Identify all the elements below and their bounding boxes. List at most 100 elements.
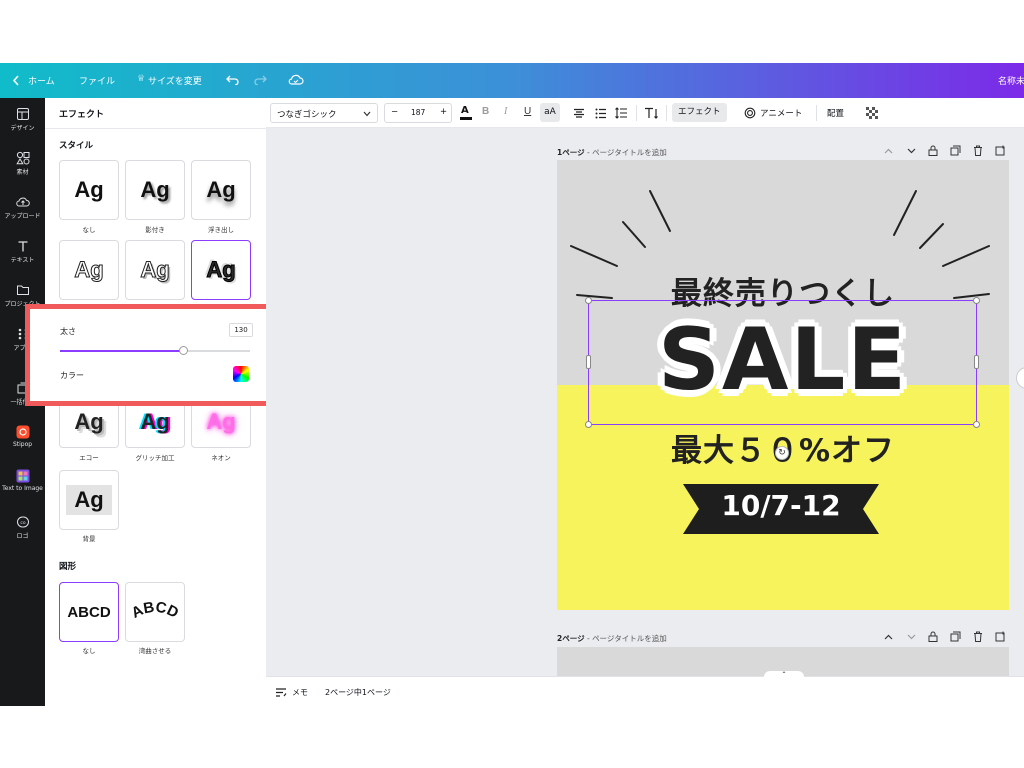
shape-curve-tile[interactable]: ABCD <box>125 582 185 642</box>
text-color-button[interactable]: A <box>460 104 472 122</box>
font-size-input[interactable]: 187 <box>411 108 425 117</box>
position-button[interactable]: 配置 <box>827 107 844 119</box>
page-2-title-input[interactable]: ページタイトルを追加 <box>592 634 667 643</box>
notes-button[interactable]: メモ <box>292 687 308 698</box>
style-lift-sample: Ag <box>206 177 236 202</box>
toolbar-divider <box>666 105 667 121</box>
crown-icon: ♕ <box>137 74 146 84</box>
slider-handle[interactable] <box>179 346 188 355</box>
text-toolbar: つなぎゴシック − 187 + A B I U aA エフェクト アニメート 配… <box>266 98 1024 128</box>
resize-handle[interactable] <box>585 297 592 304</box>
editor-app: ホーム ファイル ♕ サイズを変更 名称未 デザイン 素材 アップロード テキス… <box>0 63 1024 706</box>
rail-item-stipop[interactable]: Stipop <box>0 425 45 448</box>
style-splice-sample: Ag <box>140 257 170 283</box>
rail-item-elements[interactable]: 素材 <box>0 151 45 176</box>
lock-icon[interactable] <box>928 145 938 156</box>
chevron-down-icon[interactable] <box>907 634 916 640</box>
italic-button[interactable]: I <box>504 106 507 117</box>
animate-icon[interactable] <box>744 107 756 119</box>
trash-icon[interactable] <box>973 631 983 642</box>
effects-button[interactable]: エフェクト <box>672 103 727 122</box>
vertical-text-icon[interactable] <box>644 107 658 119</box>
shape-none-tile[interactable]: ABCD <box>59 582 119 642</box>
style-none-sample: Ag <box>74 177 104 202</box>
chevron-up-icon[interactable] <box>884 634 893 640</box>
style-shadow-tile[interactable]: Ag <box>125 160 185 220</box>
redo-icon[interactable] <box>254 74 267 85</box>
duplicate-icon[interactable] <box>950 631 961 642</box>
chevron-up-icon[interactable] <box>884 148 893 154</box>
page-status: 2ページ中1ページ <box>325 688 391 697</box>
font-size-increase[interactable]: + <box>440 107 447 117</box>
list-icon[interactable] <box>595 108 607 119</box>
style-splice-tile[interactable]: Ag <box>125 240 185 300</box>
stipop-icon <box>16 425 29 439</box>
curved-text-sample: ABCD <box>129 599 182 622</box>
rail-item-upload[interactable]: アップロード <box>0 195 45 220</box>
notes-icon[interactable] <box>275 688 287 697</box>
resize-menu[interactable]: サイズを変更 <box>148 74 202 87</box>
trash-icon[interactable] <box>973 145 983 156</box>
document-title[interactable]: 名称未 <box>998 74 1024 87</box>
font-size-control: − 187 + <box>384 103 452 123</box>
top-bar: ホーム ファイル ♕ サイズを変更 名称未 <box>0 63 1024 98</box>
style-section-title: スタイル <box>59 141 94 151</box>
style-shadow-label: 影付き <box>145 226 165 234</box>
transparency-icon[interactable] <box>866 107 878 119</box>
duplicate-icon[interactable] <box>950 145 961 156</box>
color-picker-swatch[interactable] <box>233 366 249 382</box>
selection-box[interactable] <box>585 297 980 428</box>
assistant-button[interactable] <box>1016 367 1024 389</box>
shape-none-sample: ABCD <box>67 603 111 621</box>
style-lift-tile[interactable]: Ag <box>191 160 251 220</box>
rail-item-text-to-image[interactable]: Text to Image <box>0 469 45 492</box>
file-menu[interactable]: ファイル <box>79 74 115 87</box>
undo-icon[interactable] <box>226 74 239 85</box>
upload-icon <box>15 197 30 207</box>
style-glitch-sample: Ag <box>140 409 170 434</box>
rail-item-design[interactable]: デザイン <box>0 107 45 132</box>
add-page-icon[interactable] <box>995 145 1006 156</box>
style-echo-sample: Ag <box>74 409 104 434</box>
page-1-label: 1ページ - ページタイトルを追加 <box>557 148 667 157</box>
style-lift-label: 浮き出し <box>208 226 234 234</box>
style-hollow-tile[interactable]: Ag <box>59 240 119 300</box>
side-handle[interactable] <box>974 355 979 369</box>
text-to-image-icon <box>16 469 29 483</box>
rail-item-text[interactable]: テキスト <box>0 239 45 264</box>
font-size-decrease[interactable]: − <box>391 107 398 117</box>
panel-title: エフェクト <box>59 110 105 120</box>
chevron-left-icon[interactable] <box>12 75 20 86</box>
cloud-saved-icon[interactable] <box>288 73 304 86</box>
bold-button[interactable]: B <box>482 106 489 117</box>
style-none-tile[interactable]: Ag <box>59 160 119 220</box>
font-selector[interactable]: つなぎゴシック <box>270 103 378 123</box>
page-1-title-input[interactable]: ページタイトルを追加 <box>592 148 667 157</box>
thickness-value-box[interactable]: 130 <box>229 323 253 337</box>
underline-button[interactable]: U <box>524 106 531 117</box>
line-spacing-icon[interactable] <box>615 107 628 119</box>
case-button[interactable]: aA <box>540 103 560 122</box>
style-background-tile[interactable]: Ag <box>59 470 119 530</box>
svg-text:ABCD: ABCD <box>129 599 182 622</box>
show-pages-handle[interactable]: ⌃ <box>764 671 804 679</box>
design-dates[interactable]: 10/7-12 <box>683 489 879 522</box>
side-handle[interactable] <box>586 355 591 369</box>
animate-button[interactable]: アニメート <box>760 107 802 119</box>
align-center-icon[interactable] <box>573 108 585 119</box>
thickness-slider[interactable] <box>60 346 250 355</box>
home-link[interactable]: ホーム <box>28 74 55 87</box>
rail-item-logo[interactable]: co ロゴ <box>0 515 45 540</box>
add-page-icon[interactable] <box>995 631 1006 642</box>
lock-icon[interactable] <box>928 631 938 642</box>
toolbar-divider <box>636 105 637 121</box>
chevron-down-icon[interactable] <box>907 148 916 154</box>
canvas-workspace: 1ページ - ページタイトルを追加 最終売りつくし SALE ↻ 10/7-12… <box>266 129 1024 687</box>
design-page-1[interactable]: 最終売りつくし SALE 最大５０%オフ ↻ 10/7-12 <box>557 160 1009 610</box>
resize-handle[interactable] <box>973 297 980 304</box>
style-glitch-label: グリッチ加工 <box>135 454 175 462</box>
slider-fill <box>60 350 184 352</box>
style-outline-tile[interactable]: Ag <box>191 240 251 300</box>
shape-section-heading: 図形 <box>59 562 77 572</box>
rotate-handle[interactable]: ↻ <box>775 446 789 460</box>
